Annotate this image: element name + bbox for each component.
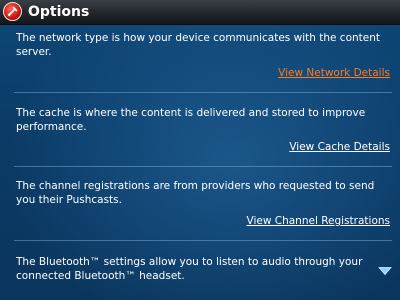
section-divider [14, 166, 392, 167]
page-title: Options [28, 4, 90, 20]
chevron-down-icon[interactable] [378, 266, 392, 276]
view-network-details-link[interactable]: View Network Details [276, 66, 392, 80]
view-cache-details-link[interactable]: View Cache Details [287, 140, 392, 154]
network-description: The network type is how your device comm… [16, 32, 380, 58]
section-divider [14, 92, 392, 93]
bluetooth-description: The Bluetooth™ settings allow you to lis… [16, 256, 363, 282]
options-app-icon [3, 2, 22, 21]
section-divider [14, 240, 392, 241]
channel-description: The channel registrations are from provi… [16, 180, 375, 206]
view-channel-registrations-link[interactable]: View Channel Registrations [245, 214, 393, 228]
options-screen: Options The network type is how your dev… [0, 0, 400, 300]
cache-description: The cache is where the content is delive… [16, 107, 366, 133]
title-bar: Options [0, 0, 400, 25]
